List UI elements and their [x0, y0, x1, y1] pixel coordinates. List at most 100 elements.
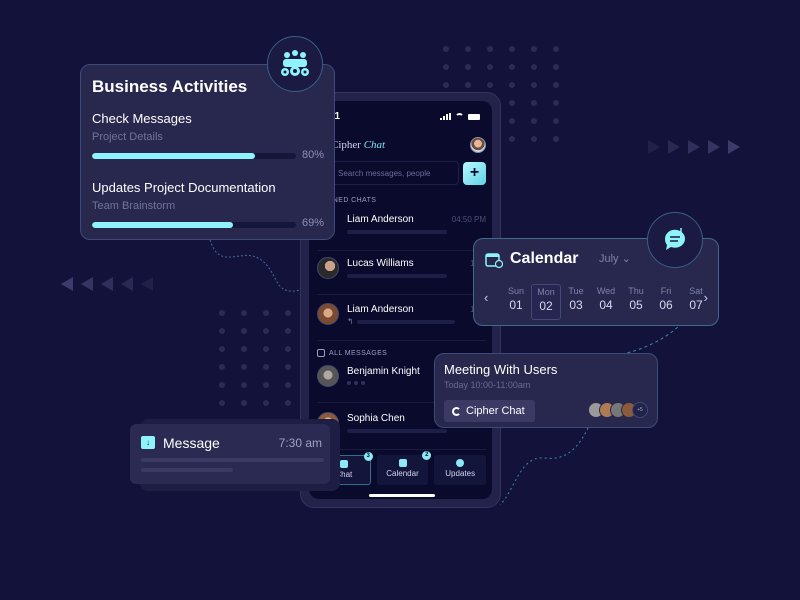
home-indicator: [369, 494, 435, 497]
dot: [553, 64, 559, 70]
dot: [443, 82, 449, 88]
app-tag-label: Cipher Chat: [466, 405, 525, 417]
all-messages-label: ALL MESSAGES: [317, 349, 387, 357]
all-messages-text: ALL MESSAGES: [329, 349, 388, 357]
chat-list-item[interactable]: Liam Anderson 10:25 ↰: [317, 297, 490, 341]
dot: [509, 118, 515, 124]
new-chat-button[interactable]: +: [463, 162, 486, 185]
message-preview: [347, 429, 447, 433]
dot: [443, 64, 449, 70]
task-title: Updates Project Documentation: [92, 180, 276, 195]
chat-name: Lucas Williams: [347, 258, 414, 269]
profile-avatar[interactable]: [470, 137, 486, 153]
dot: [553, 46, 559, 52]
chat-list-item[interactable]: Liam Anderson 04:50 PM: [309, 207, 486, 251]
dot: [219, 364, 225, 370]
dot: [487, 46, 493, 52]
calendar-clock-icon: [485, 251, 504, 273]
dot: [219, 382, 225, 388]
calendar-day[interactable]: Sun 01: [501, 284, 531, 320]
tab-label: Calendar: [386, 469, 419, 478]
day-name: Wed: [596, 286, 616, 296]
week-days: Sun 01 Mon 02 Tue 03 Wed 04 Thu 05 Fri 06 Sat 07: [501, 284, 711, 320]
dot: [509, 46, 515, 52]
day-date: 06: [659, 298, 673, 312]
dot: [509, 64, 515, 70]
progress-bar: [92, 222, 296, 228]
progress-label: 69%: [301, 217, 324, 229]
day-date: 01: [509, 298, 523, 312]
calendar-day[interactable]: Thu 05: [621, 284, 651, 320]
calendar-day[interactable]: Mon 02: [531, 284, 561, 320]
calendar-icon: [398, 459, 407, 467]
status-bar: 41: [329, 111, 480, 122]
dot: [531, 64, 537, 70]
month-label: July: [599, 253, 619, 265]
calendar-title: Calendar: [510, 250, 579, 267]
brand-script: Chat: [363, 139, 386, 151]
dot: [263, 364, 269, 370]
dot: [285, 310, 291, 316]
dot: [531, 100, 537, 106]
dot: [219, 310, 225, 316]
cipher-chat-logo-icon: [452, 406, 461, 416]
dot: [465, 82, 471, 88]
message-preview-line: [141, 458, 324, 462]
dot: [241, 364, 247, 370]
task-title: Check Messages: [92, 111, 192, 126]
message-time: 7:30 am: [278, 436, 322, 450]
wifi-icon: [455, 113, 464, 120]
calendar-day[interactable]: Fri 06: [651, 284, 681, 320]
next-week-button[interactable]: ›: [704, 290, 708, 305]
meeting-title: Meeting With Users: [444, 362, 558, 377]
avatar: [317, 257, 339, 279]
chat-name: Benjamin Knight: [347, 366, 420, 377]
message-preview: [347, 274, 447, 278]
day-date: 04: [599, 298, 613, 312]
dot: [219, 400, 225, 406]
dot: [531, 46, 537, 52]
progress-fill: [92, 153, 256, 159]
chat-bubble-icon: [317, 349, 325, 357]
dot: [487, 82, 493, 88]
task-subtitle: Project Details: [92, 131, 163, 143]
day-name: Fri: [660, 286, 672, 296]
chevron-down-icon: ⌄: [621, 253, 631, 265]
prev-week-button[interactable]: ‹: [484, 290, 488, 305]
app-tag[interactable]: Cipher Chat: [444, 400, 535, 422]
dot: [263, 400, 269, 406]
day-name: Thu: [628, 286, 644, 296]
search-input[interactable]: Search messages, people: [331, 161, 459, 185]
typing-indicator: [347, 381, 365, 385]
tab-updates[interactable]: Updates: [434, 455, 487, 485]
dot: [285, 382, 291, 388]
dot: [263, 328, 269, 334]
chat-list-item[interactable]: Lucas Williams 10:30: [317, 251, 490, 295]
bottom-tab-bar: Chat 3 Calendar 2 Updates: [317, 451, 487, 485]
dot: [553, 136, 559, 142]
dot: [509, 82, 515, 88]
avatar: [317, 303, 339, 325]
signal-icon: [440, 113, 451, 120]
chat-name: Liam Anderson: [347, 214, 414, 225]
dot: [285, 400, 291, 406]
team-gears-icon: [267, 36, 323, 92]
dot: [553, 118, 559, 124]
calendar-day[interactable]: Wed 04: [591, 284, 621, 320]
tab-calendar[interactable]: Calendar 2: [376, 451, 432, 485]
notification-badge: 3: [363, 452, 373, 461]
attendee-avatars[interactable]: +5: [588, 402, 648, 418]
brand-name: Cipher: [331, 139, 361, 151]
dot: [285, 328, 291, 334]
dot: [241, 400, 247, 406]
message-notification-card[interactable]: ↓ Message 7:30 am: [130, 424, 330, 484]
chat-icon: [339, 460, 348, 468]
month-dropdown[interactable]: July ⌄: [599, 252, 631, 265]
day-name: Sun: [507, 286, 524, 296]
chat-name: Sophia Chen: [347, 413, 405, 424]
message-preview-line: [141, 468, 233, 472]
reply-icon: ↰: [347, 317, 354, 326]
dot: [465, 46, 471, 52]
day-date: 05: [629, 298, 643, 312]
calendar-day[interactable]: Tue 03: [561, 284, 591, 320]
